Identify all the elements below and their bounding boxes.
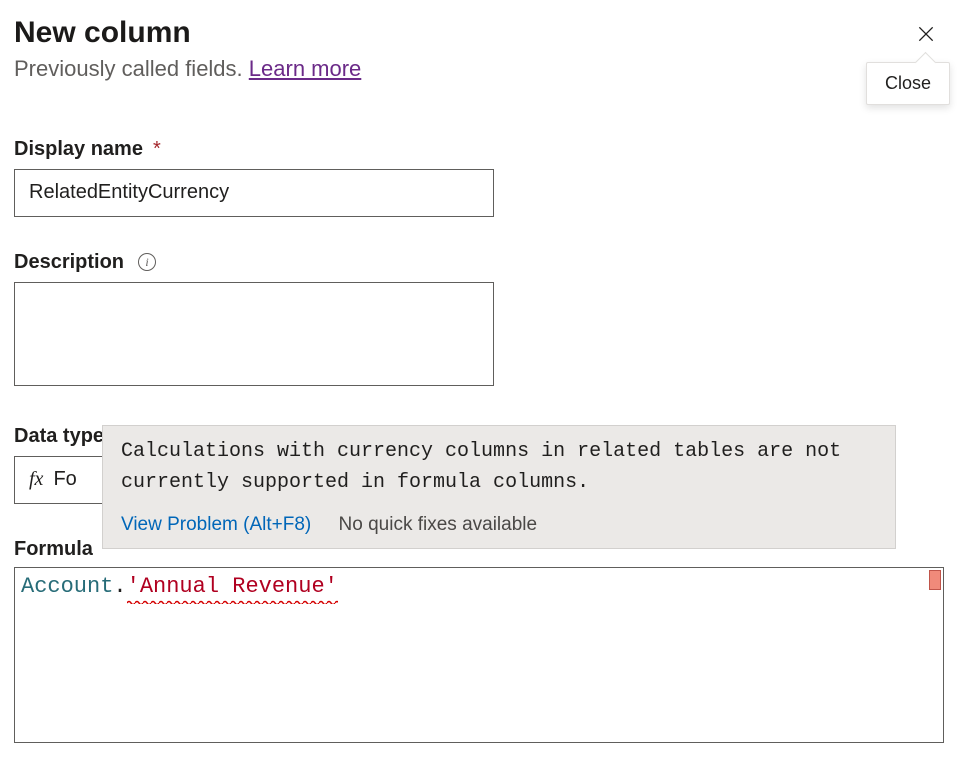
close-icon — [916, 24, 936, 44]
no-quick-fixes-text: No quick fixes available — [339, 514, 538, 535]
close-button[interactable] — [908, 16, 944, 52]
description-label: Description — [14, 251, 124, 274]
subtitle-text: Previously called fields. — [14, 56, 249, 81]
formula-editor[interactable]: Account.'Annual Revenue' — [14, 567, 944, 743]
description-input[interactable] — [14, 282, 494, 386]
formula-token-account: Account — [21, 574, 113, 599]
formula-token-annual-revenue: 'Annual Revenue' — [127, 572, 338, 602]
error-marker-icon — [929, 570, 941, 590]
required-indicator: * — [153, 138, 161, 161]
fx-icon: fx — [29, 468, 43, 491]
info-icon[interactable]: i — [138, 253, 156, 271]
display-name-input[interactable] — [14, 169, 494, 217]
formula-token-dot: . — [113, 574, 126, 599]
close-tooltip: Close — [866, 62, 950, 105]
page-title: New column — [14, 14, 361, 52]
view-problem-link[interactable]: View Problem (Alt+F8) — [121, 514, 311, 535]
data-type-label: Data type — [14, 425, 104, 448]
error-tooltip: Calculations with currency columns in re… — [102, 425, 896, 549]
learn-more-link[interactable]: Learn more — [249, 56, 362, 81]
display-name-label: Display name — [14, 138, 143, 161]
error-message: Calculations with currency columns in re… — [103, 426, 895, 506]
data-type-value: Fo — [53, 468, 76, 491]
page-subtitle: Previously called fields. Learn more — [14, 56, 361, 82]
